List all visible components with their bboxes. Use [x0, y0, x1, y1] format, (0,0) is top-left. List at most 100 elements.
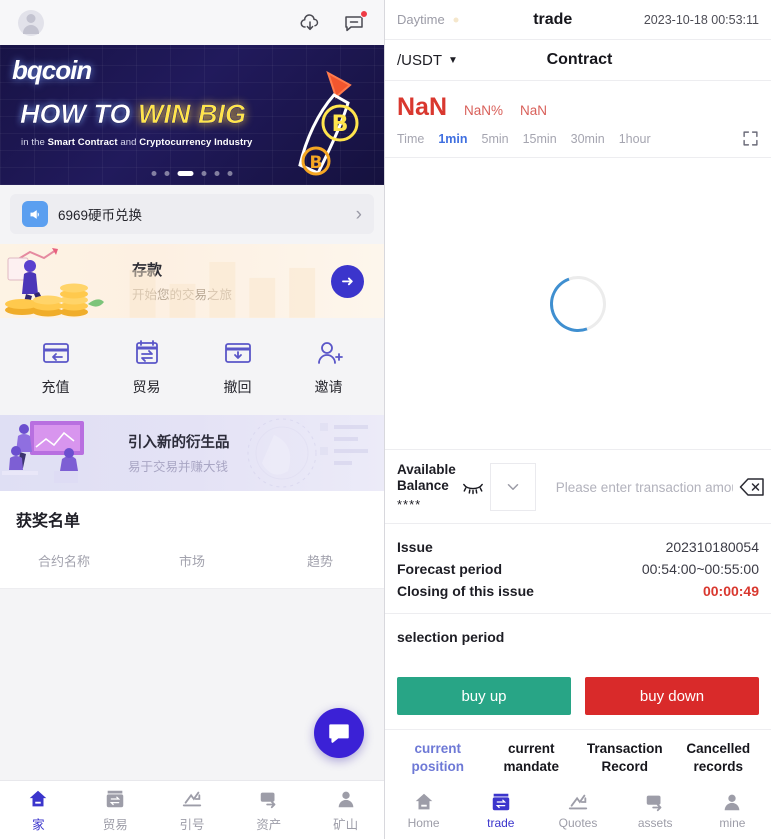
message-icon[interactable] [342, 9, 368, 35]
svg-text:B: B [332, 112, 349, 137]
left-bottom-nav: 家 贸易 引号 资产 矿山 [0, 780, 384, 839]
nav-label: 家 [32, 817, 45, 832]
detail-row-issue: Issue 202310180054 [397, 536, 759, 558]
announcement-bar[interactable]: 6969硬币兑换 › [10, 194, 374, 234]
nav-item-mine[interactable]: mine [694, 791, 771, 830]
nav-item-trade[interactable]: trade [462, 791, 539, 830]
quick-actions: 充值 贸易 撤回 邀请 [0, 318, 384, 415]
chevron-right-icon[interactable]: › [356, 205, 362, 224]
banner-subline: in the Smart Contract and Cryptocurrency… [21, 137, 252, 148]
quick-action-withdraw[interactable]: 撤回 [202, 338, 274, 397]
sidebar-item-trade[interactable]: 贸易 [77, 788, 154, 833]
trade-icon [490, 791, 512, 813]
nav-item-assets[interactable]: assets [617, 791, 694, 830]
winners-table-header: 合约名称 市场 趋势 [0, 531, 384, 588]
detail-key: Forecast period [397, 561, 503, 578]
daytime-label: Daytime [397, 12, 445, 27]
pair-label: /USDT [397, 51, 442, 69]
amount-input-wrapper [541, 462, 771, 511]
trade-icon [104, 788, 126, 810]
left-spacer [0, 698, 384, 780]
app-root: bqcoin HOW TO WIN BIG in the Smart Contr… [0, 0, 771, 839]
issue-details: Issue 202310180054 Forecast period 00:54… [385, 524, 771, 615]
carousel-dot[interactable] [214, 171, 220, 176]
carousel-dot[interactable] [151, 171, 157, 176]
buy-down-button[interactable]: buy down [585, 677, 759, 716]
price-row: NaN NaN% NaN [385, 81, 771, 130]
backspace-icon[interactable] [739, 477, 765, 497]
carousel-dots[interactable] [151, 171, 233, 176]
detail-value-countdown: 00:00:49 [702, 583, 759, 600]
tab-time[interactable]: Time [397, 132, 424, 146]
banner-headline: HOW TO WIN BIG [20, 100, 247, 128]
notification-dot [360, 9, 368, 18]
chart-area[interactable] [385, 158, 771, 451]
carousel-dot[interactable] [201, 171, 207, 176]
chat-icon[interactable] [314, 708, 364, 758]
derivative-promo-banner[interactable]: 引入新的衍生品 易于交易并赚大钱 [0, 415, 384, 491]
quick-action-label: 撤回 [223, 379, 252, 395]
sidebar-item-mine[interactable]: 矿山 [307, 788, 384, 833]
nav-label: assets [637, 815, 673, 830]
tab-30min[interactable]: 30min [571, 132, 605, 146]
banner-sub-1: in the [21, 137, 48, 148]
nav-label: mine [719, 815, 746, 830]
quick-action-label: 充值 [41, 379, 70, 395]
left-panel: bqcoin HOW TO WIN BIG in the Smart Contr… [0, 0, 385, 839]
available-balance-label-line1: Available [397, 462, 456, 478]
nav-label: 引号 [179, 817, 205, 832]
tab-current-position[interactable]: current position [391, 740, 485, 775]
nav-item-quotes[interactable]: Quotes [539, 791, 616, 830]
home-icon [27, 788, 49, 810]
nav-item-home[interactable]: Home [385, 791, 462, 830]
deposit-illustration [5, 248, 104, 317]
tab-1hour[interactable]: 1hour [619, 132, 651, 146]
available-balance-value: **** [397, 496, 422, 512]
tech-circle-decoration [247, 418, 368, 488]
quick-action-recharge[interactable]: 充值 [20, 338, 92, 397]
chevron-down-icon [507, 483, 519, 490]
eye-off-icon[interactable] [462, 479, 484, 495]
tab-line1: Cancelled [686, 741, 751, 757]
quotes-icon [181, 788, 203, 810]
derivative-illustration [2, 421, 84, 483]
banner-sub-4: Cryptocurrency Industry [139, 137, 253, 148]
amount-input[interactable] [555, 479, 733, 495]
daytime-toggle[interactable]: Daytime [397, 12, 462, 27]
pair-selector[interactable]: /USDT ▼ [397, 52, 458, 69]
quick-action-invite[interactable]: 邀请 [293, 338, 365, 397]
carousel-dot[interactable] [227, 171, 233, 176]
amount-preset-dropdown[interactable] [489, 462, 536, 511]
avatar[interactable] [18, 9, 44, 36]
right-panel: Daytime trade 2023-10-18 00:53:11 /USDT … [385, 0, 771, 839]
deposit-promo-banner[interactable]: 存款 开始您的交易之旅 ➜ [0, 244, 384, 318]
carousel-dot-active[interactable] [177, 171, 194, 176]
available-balance-label-line2: Balance [397, 477, 449, 493]
buy-up-button[interactable]: buy up [397, 677, 571, 716]
sidebar-item-assets[interactable]: 资产 [230, 788, 307, 833]
tab-line1: Transaction [586, 741, 663, 757]
withdraw-icon [223, 338, 253, 368]
announcement-text: 6969硬币兑换 [58, 208, 143, 223]
tab-line2: position [411, 758, 465, 774]
rocket-illustration: B B [298, 70, 359, 176]
tab-15min[interactable]: 15min [523, 132, 557, 146]
tab-1min[interactable]: 1min [438, 132, 467, 146]
page-title: trade [533, 10, 573, 28]
sidebar-item-quotes[interactable]: 引号 [154, 788, 231, 833]
quick-action-trade[interactable]: 贸易 [111, 338, 183, 397]
promo-carousel-banner[interactable]: bqcoin HOW TO WIN BIG in the Smart Contr… [0, 45, 384, 185]
cloud-download-icon[interactable] [298, 11, 322, 35]
selection-period-label: selection period [397, 629, 505, 646]
carousel-dot[interactable] [164, 171, 170, 176]
sidebar-item-home[interactable]: 家 [0, 788, 77, 833]
fullscreen-icon[interactable] [742, 130, 759, 147]
tab-transaction-record[interactable]: Transaction Record [578, 740, 672, 775]
last-price: NaN [397, 93, 448, 121]
home-icon [413, 791, 435, 813]
detail-row-closing: Closing of this issue 00:00:49 [397, 580, 759, 602]
tab-current-mandate[interactable]: current mandate [485, 740, 579, 775]
tab-5min[interactable]: 5min [482, 132, 509, 146]
tab-cancelled-records[interactable]: Cancelled records [672, 740, 766, 775]
banner-sub-2: Smart Contract [47, 137, 118, 148]
